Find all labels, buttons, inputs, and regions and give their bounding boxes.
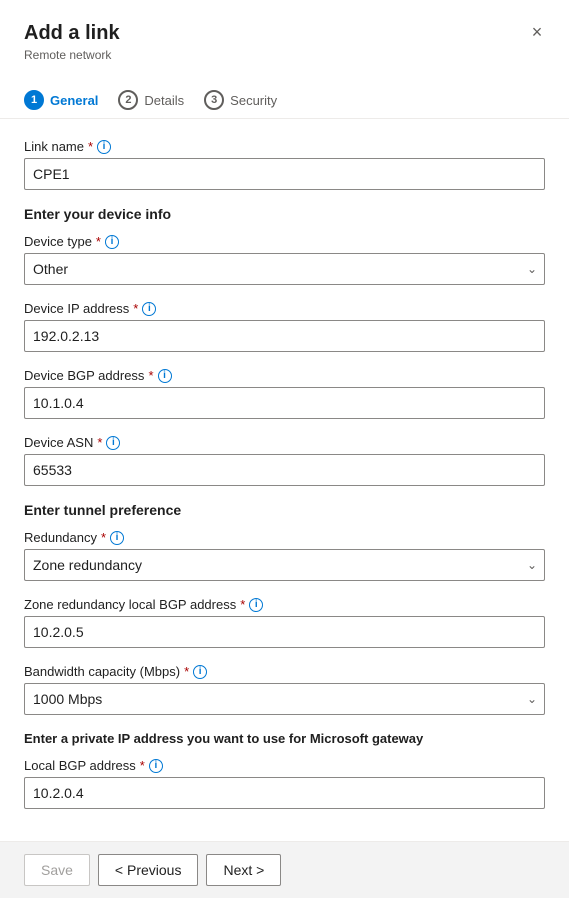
bandwidth-info-icon[interactable]: i (193, 665, 207, 679)
local-bgp-group: Local BGP address * i (24, 758, 545, 809)
device-asn-label: Device ASN * i (24, 435, 545, 450)
required-marker: * (184, 664, 189, 679)
add-link-dialog: Add a link Remote network × 1 General 2 … (0, 0, 569, 898)
local-bgp-info-icon[interactable]: i (149, 759, 163, 773)
required-marker: * (148, 368, 153, 383)
redundancy-info-icon[interactable]: i (110, 531, 124, 545)
tab-details-number: 2 (118, 90, 138, 110)
redundancy-label: Redundancy * i (24, 530, 545, 545)
required-marker: * (133, 301, 138, 316)
device-info-heading: Enter your device info (24, 206, 545, 222)
tab-security[interactable]: 3 Security (204, 82, 289, 118)
redundancy-group: Redundancy * i Zone redundancy No redund… (24, 530, 545, 581)
device-type-select-wrapper: Other Cisco Juniper Palo Alto Fortinet C… (24, 253, 545, 285)
device-type-label: Device type * i (24, 234, 545, 249)
redundancy-select-wrapper: Zone redundancy No redundancy ⌄ (24, 549, 545, 581)
tab-general-label: General (50, 93, 98, 108)
device-type-group: Device type * i Other Cisco Juniper Palo… (24, 234, 545, 285)
zone-bgp-info-icon[interactable]: i (249, 598, 263, 612)
link-name-input[interactable] (24, 158, 545, 190)
zone-bgp-label: Zone redundancy local BGP address * i (24, 597, 545, 612)
form-content: Link name * i Enter your device info Dev… (0, 123, 569, 841)
local-bgp-label: Local BGP address * i (24, 758, 545, 773)
redundancy-select[interactable]: Zone redundancy No redundancy (24, 549, 545, 581)
save-button[interactable]: Save (24, 854, 90, 886)
required-marker: * (88, 139, 93, 154)
device-ip-input[interactable] (24, 320, 545, 352)
link-name-label: Link name * i (24, 139, 545, 154)
tab-general-number: 1 (24, 90, 44, 110)
tabs-container: 1 General 2 Details 3 Security (0, 70, 569, 118)
dialog-subtitle: Remote network (24, 48, 545, 62)
close-button[interactable]: × (521, 16, 553, 48)
link-name-group: Link name * i (24, 139, 545, 190)
device-asn-group: Device ASN * i (24, 435, 545, 486)
tab-details-label: Details (144, 93, 184, 108)
device-ip-group: Device IP address * i (24, 301, 545, 352)
required-marker: * (140, 758, 145, 773)
required-marker: * (240, 597, 245, 612)
next-button[interactable]: Next > (206, 854, 281, 886)
bandwidth-group: Bandwidth capacity (Mbps) * i 250 Mbps 5… (24, 664, 545, 715)
zone-bgp-group: Zone redundancy local BGP address * i (24, 597, 545, 648)
device-bgp-input[interactable] (24, 387, 545, 419)
tab-general[interactable]: 1 General (24, 82, 110, 118)
device-type-info-icon[interactable]: i (105, 235, 119, 249)
device-ip-info-icon[interactable]: i (142, 302, 156, 316)
required-marker: * (101, 530, 106, 545)
device-asn-info-icon[interactable]: i (106, 436, 120, 450)
previous-button[interactable]: < Previous (98, 854, 199, 886)
required-marker: * (97, 435, 102, 450)
device-asn-input[interactable] (24, 454, 545, 486)
bandwidth-label: Bandwidth capacity (Mbps) * i (24, 664, 545, 679)
dialog-footer: Save < Previous Next > (0, 841, 569, 898)
required-marker: * (96, 234, 101, 249)
local-bgp-input[interactable] (24, 777, 545, 809)
dialog-title: Add a link (24, 20, 545, 46)
tunnel-pref-heading: Enter tunnel preference (24, 502, 545, 518)
device-bgp-group: Device BGP address * i (24, 368, 545, 419)
bandwidth-select[interactable]: 250 Mbps 500 Mbps 750 Mbps 1000 Mbps 200… (24, 683, 545, 715)
link-name-info-icon[interactable]: i (97, 140, 111, 154)
private-ip-heading: Enter a private IP address you want to u… (24, 731, 545, 746)
zone-bgp-input[interactable] (24, 616, 545, 648)
device-bgp-label: Device BGP address * i (24, 368, 545, 383)
dialog-header: Add a link Remote network × (0, 0, 569, 62)
tab-security-number: 3 (204, 90, 224, 110)
bandwidth-select-wrapper: 250 Mbps 500 Mbps 750 Mbps 1000 Mbps 200… (24, 683, 545, 715)
device-type-select[interactable]: Other Cisco Juniper Palo Alto Fortinet C… (24, 253, 545, 285)
device-ip-label: Device IP address * i (24, 301, 545, 316)
tab-details[interactable]: 2 Details (118, 82, 196, 118)
tab-security-label: Security (230, 93, 277, 108)
device-bgp-info-icon[interactable]: i (158, 369, 172, 383)
